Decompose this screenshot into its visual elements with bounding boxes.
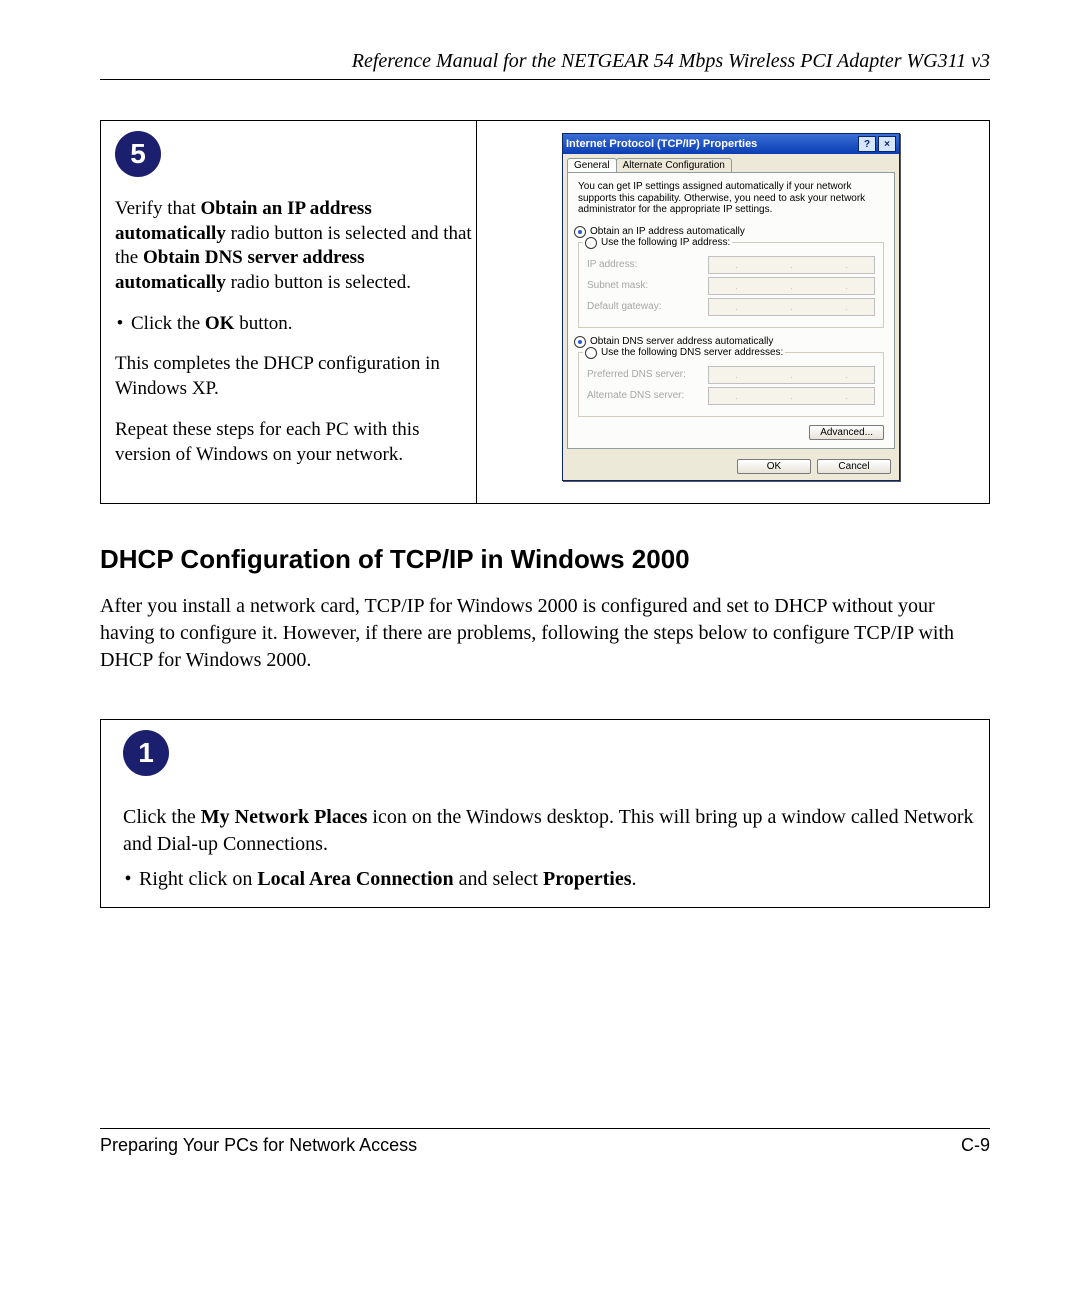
- cancel-button[interactable]: Cancel: [817, 459, 891, 474]
- ip-input: ...: [708, 256, 875, 274]
- dialog-titlebar: Internet Protocol (TCP/IP) Properties ? …: [563, 134, 899, 154]
- step-number-badge: 1: [123, 730, 169, 776]
- step5-screenshot-column: Internet Protocol (TCP/IP) Properties ? …: [477, 121, 989, 503]
- step5-paragraph-1: Verify that Obtain an IP address automat…: [115, 197, 472, 296]
- field-label: IP address:: [587, 259, 702, 270]
- text: Click the: [123, 806, 201, 828]
- step5-text-column: 5 Verify that Obtain an IP address autom…: [101, 121, 476, 503]
- section-paragraph: After you install a network card, TCP/IP…: [100, 593, 990, 674]
- bold-text: Properties: [543, 868, 632, 890]
- field-subnet-mask: Subnet mask: ...: [587, 277, 875, 295]
- help-button[interactable]: ?: [858, 136, 876, 152]
- text: button.: [234, 313, 292, 334]
- close-button[interactable]: ×: [878, 136, 896, 152]
- ip-input: ...: [708, 387, 875, 405]
- ip-input: ...: [708, 277, 875, 295]
- tcpip-properties-dialog: Internet Protocol (TCP/IP) Properties ? …: [562, 133, 900, 481]
- field-label: Alternate DNS server:: [587, 390, 702, 401]
- radio-label: Use the following IP address:: [601, 237, 730, 248]
- field-alternate-dns: Alternate DNS server: ...: [587, 387, 875, 405]
- dialog-intro-text: You can get IP settings assigned automat…: [578, 181, 884, 216]
- radio-use-following-ip[interactable]: Use the following IP address:: [583, 237, 732, 249]
- step-number-badge: 5: [115, 131, 161, 177]
- dialog-title: Internet Protocol (TCP/IP) Properties: [566, 138, 856, 150]
- footer-left: Preparing Your PCs for Network Access: [100, 1135, 417, 1156]
- footer-rule: [100, 1128, 990, 1129]
- step5-bullet: • Click the OK button.: [115, 312, 472, 337]
- text: Click the: [131, 313, 205, 334]
- page-footer: Preparing Your PCs for Network Access C-…: [100, 1128, 990, 1156]
- text: .: [632, 868, 637, 890]
- running-header: Reference Manual for the NETGEAR 54 Mbps…: [100, 50, 990, 73]
- dialog-tabs: General Alternate Configuration: [563, 154, 899, 172]
- radio-label: Use the following DNS server addresses:: [601, 347, 783, 358]
- step1-figure: 1 Click the My Network Places icon on th…: [100, 719, 990, 908]
- tab-general[interactable]: General: [567, 158, 617, 172]
- bullet-icon: •: [115, 312, 125, 337]
- dialog-button-bar: OK Cancel: [563, 453, 899, 480]
- dialog-panel: You can get IP settings assigned automat…: [567, 172, 895, 449]
- text: and select: [454, 868, 543, 890]
- field-default-gateway: Default gateway: ...: [587, 298, 875, 316]
- text: radio button is selected.: [226, 272, 411, 293]
- radio-icon: [585, 347, 597, 359]
- ip-input: ...: [708, 366, 875, 384]
- bullet-text: Click the OK button.: [131, 312, 293, 337]
- step1-bullet: • Right click on Local Area Connection a…: [123, 868, 975, 891]
- text: Verify that: [115, 198, 200, 219]
- group-dns-manual: Use the following DNS server addresses: …: [578, 352, 884, 417]
- step5-figure: 5 Verify that Obtain an IP address autom…: [100, 120, 990, 504]
- field-label: Subnet mask:: [587, 280, 702, 291]
- text: Right click on: [139, 868, 257, 890]
- bold-text: My Network Places: [201, 806, 368, 828]
- ip-input: ...: [708, 298, 875, 316]
- bold-text: OK: [205, 313, 235, 334]
- bullet-text: Right click on Local Area Connection and…: [139, 868, 637, 891]
- field-label: Default gateway:: [587, 301, 702, 312]
- tab-alternate-configuration[interactable]: Alternate Configuration: [616, 158, 732, 172]
- section-heading: DHCP Configuration of TCP/IP in Windows …: [100, 544, 990, 575]
- footer-right: C-9: [961, 1135, 990, 1156]
- field-ip-address: IP address: ...: [587, 256, 875, 274]
- field-preferred-dns: Preferred DNS server: ...: [587, 366, 875, 384]
- radio-use-following-dns[interactable]: Use the following DNS server addresses:: [583, 347, 785, 359]
- field-label: Preferred DNS server:: [587, 369, 702, 380]
- bullet-icon: •: [123, 868, 133, 891]
- radio-label: Obtain DNS server address automatically: [590, 336, 773, 347]
- step5-paragraph-2: This completes the DHCP configuration in…: [115, 352, 472, 401]
- step1-paragraph: Click the My Network Places icon on the …: [123, 804, 975, 858]
- ok-button[interactable]: OK: [737, 459, 811, 474]
- radio-label: Obtain an IP address automatically: [590, 226, 745, 237]
- advanced-button[interactable]: Advanced...: [809, 425, 884, 440]
- group-ip-manual: Use the following IP address: IP address…: [578, 242, 884, 328]
- step5-paragraph-3: Repeat these steps for each PC with this…: [115, 418, 472, 467]
- radio-icon: [585, 237, 597, 249]
- bold-text: Local Area Connection: [257, 868, 453, 890]
